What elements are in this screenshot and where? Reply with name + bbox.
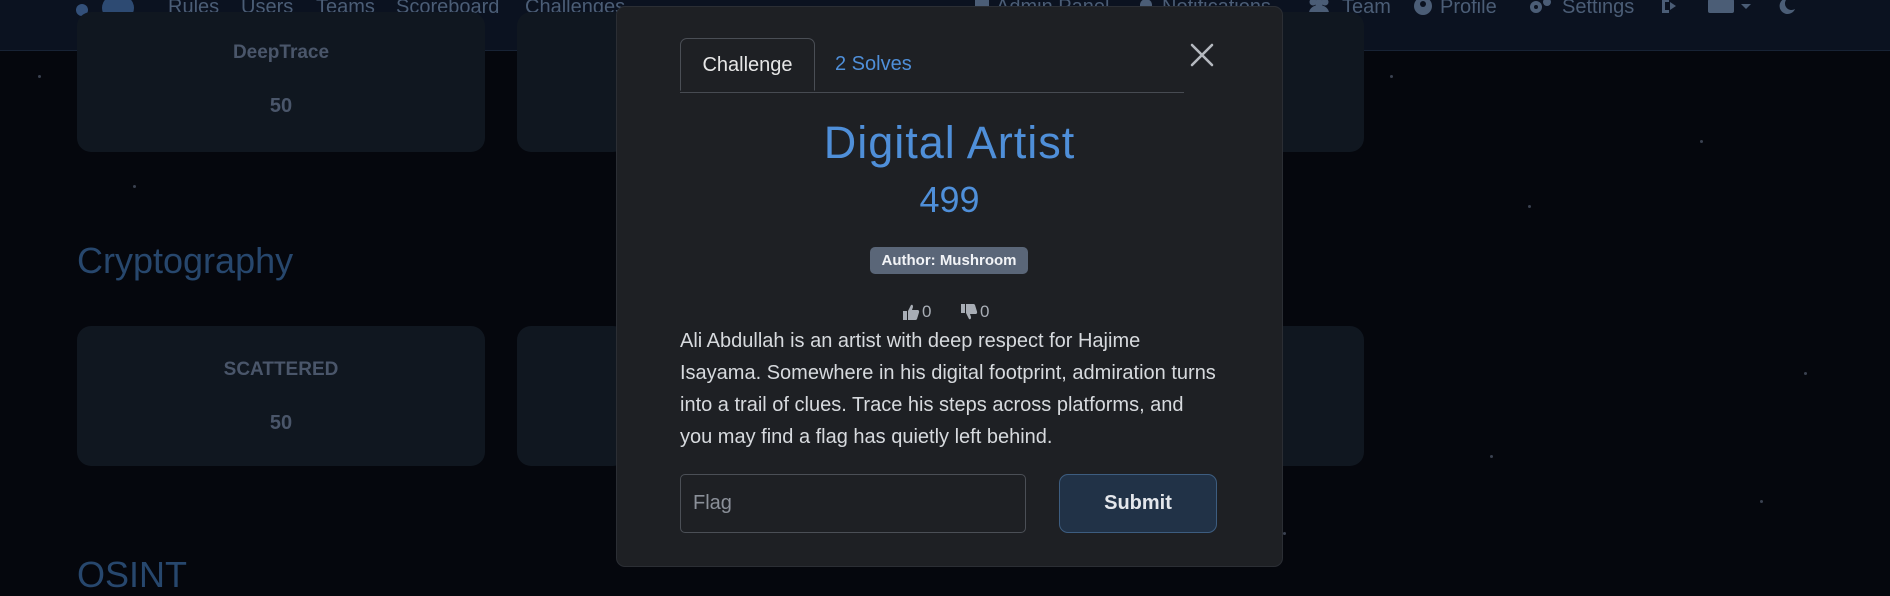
nav-link-settings[interactable]: Settings xyxy=(1562,0,1634,19)
thumbs-up-icon xyxy=(903,304,920,320)
upvote-count: 0 xyxy=(922,302,932,321)
challenge-description: Ali Abdullah is an artist with deep resp… xyxy=(680,330,1216,448)
challenge-modal: Challenge 2 Solves Digital Artist 499 Au… xyxy=(616,6,1283,567)
downvote-count: 0 xyxy=(980,302,990,321)
challenge-name: Digital Artist xyxy=(823,117,1076,168)
challenge-card[interactable] xyxy=(517,12,627,152)
card-value: 50 xyxy=(269,412,293,434)
card-title: DeepTrace xyxy=(232,42,330,63)
language-icon[interactable] xyxy=(1708,0,1736,15)
category-title: Cryptography xyxy=(77,240,294,281)
nav-link-profile[interactable]: Profile xyxy=(1440,0,1497,19)
cogs-icon xyxy=(1527,0,1553,15)
submit-button[interactable]: Submit xyxy=(1059,474,1217,533)
flag-input[interactable] xyxy=(680,474,1026,533)
challenge-card[interactable]: SCATTERED 50 xyxy=(77,326,485,466)
chevron-down-icon[interactable] xyxy=(1740,0,1752,15)
close-icon xyxy=(1190,43,1214,67)
challenge-card[interactable]: DeepTrace 50 xyxy=(77,12,485,152)
user-circle-icon xyxy=(1413,0,1433,15)
author-badge: Author: Mushroom xyxy=(870,247,1028,274)
card-value: 50 xyxy=(269,95,293,117)
challenge-card[interactable] xyxy=(517,326,627,466)
close-button[interactable] xyxy=(1187,40,1217,70)
category-title: OSINT xyxy=(77,554,188,595)
tab-solves[interactable]: 2 Solves xyxy=(835,38,912,91)
moon-icon[interactable] xyxy=(1776,0,1796,15)
card-title: SCATTERED xyxy=(223,359,339,380)
thumbs-down-icon xyxy=(961,304,978,320)
logout-icon[interactable] xyxy=(1660,0,1680,15)
challenge-value: 499 xyxy=(919,179,980,220)
tab-challenge[interactable]: Challenge xyxy=(680,38,815,91)
upvote-button[interactable]: 0 xyxy=(902,300,931,324)
modal-tabs: Challenge 2 Solves xyxy=(680,38,1184,93)
downvote-button[interactable]: 0 xyxy=(960,300,989,324)
